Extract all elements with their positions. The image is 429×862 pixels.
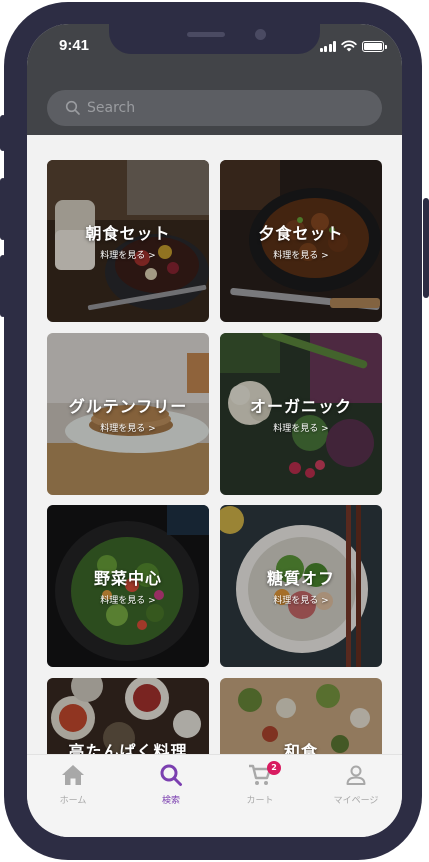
notch (109, 24, 320, 54)
header: 9:41 (27, 24, 402, 135)
status-time: 9:41 (59, 37, 90, 54)
tab-label: ホーム (59, 796, 87, 806)
view-dishes-link[interactable]: 料理を見る > (220, 421, 382, 434)
status-icons (319, 40, 387, 52)
view-dishes-link[interactable]: 料理を見る > (220, 593, 382, 606)
app-screen: 9:41 Search 朝食セット 料理を見る > 夕食セット 料理を見る > … (27, 24, 402, 837)
wifi-icon (341, 40, 357, 52)
view-dishes-link[interactable]: 料理を見る > (47, 421, 209, 434)
category-title: 糖質オフ (266, 569, 335, 588)
category-card-organic[interactable]: オーガニック 料理を見る > (220, 333, 382, 495)
category-grid: 朝食セット 料理を見る > 夕食セット 料理を見る > グルテンフリー 料理を見… (27, 135, 402, 754)
front-camera (255, 29, 266, 40)
category-card-gluten-free[interactable]: グルテンフリー 料理を見る > (47, 333, 209, 495)
tab-bar: ホーム 検索 2 カート マイページ (27, 754, 402, 837)
search-bar[interactable] (47, 90, 382, 126)
battery-icon (362, 40, 387, 52)
category-title: 野菜中心 (93, 569, 162, 588)
home-icon (62, 765, 84, 785)
search-input[interactable] (87, 90, 367, 126)
tab-label: 検索 (161, 796, 180, 806)
cart-badge: 2 (267, 761, 281, 775)
category-title: 朝食セット (85, 224, 171, 243)
tab-label: カート (246, 796, 274, 806)
volume-down-button (0, 255, 6, 317)
category-title: オーガニック (249, 397, 352, 416)
speaker (187, 32, 225, 37)
signal-icon (319, 40, 336, 52)
tab-cart[interactable]: 2 カート (225, 761, 295, 807)
view-dishes-link[interactable]: 料理を見る > (47, 248, 209, 261)
view-dishes-link[interactable]: 料理を見る > (220, 248, 382, 261)
category-card-low-carb[interactable]: 糖質オフ 料理を見る > (220, 505, 382, 667)
category-title: グルテンフリー (68, 397, 188, 416)
search-icon (65, 100, 80, 115)
tab-label: マイページ (333, 796, 379, 806)
tab-search[interactable]: 検索 (136, 763, 206, 807)
power-button (423, 198, 429, 298)
category-card-vegetable[interactable]: 野菜中心 料理を見る > (47, 505, 209, 667)
category-card-high-protein[interactable]: 高たんぱく料理 (47, 678, 209, 754)
category-title: 夕食セット (258, 224, 344, 243)
user-icon (346, 765, 366, 785)
category-title: 高たんぱく料理 (68, 742, 188, 754)
mute-switch (0, 115, 6, 151)
search-icon (160, 764, 182, 786)
tab-mypage[interactable]: マイページ (321, 763, 391, 807)
volume-up-button (0, 178, 6, 240)
category-title: 和食 (283, 742, 318, 754)
category-card-japanese[interactable]: 和食 (220, 678, 382, 754)
tab-home[interactable]: ホーム (38, 763, 108, 807)
category-card-breakfast[interactable]: 朝食セット 料理を見る > (47, 160, 209, 322)
category-card-dinner[interactable]: 夕食セット 料理を見る > (220, 160, 382, 322)
view-dishes-link[interactable]: 料理を見る > (47, 593, 209, 606)
